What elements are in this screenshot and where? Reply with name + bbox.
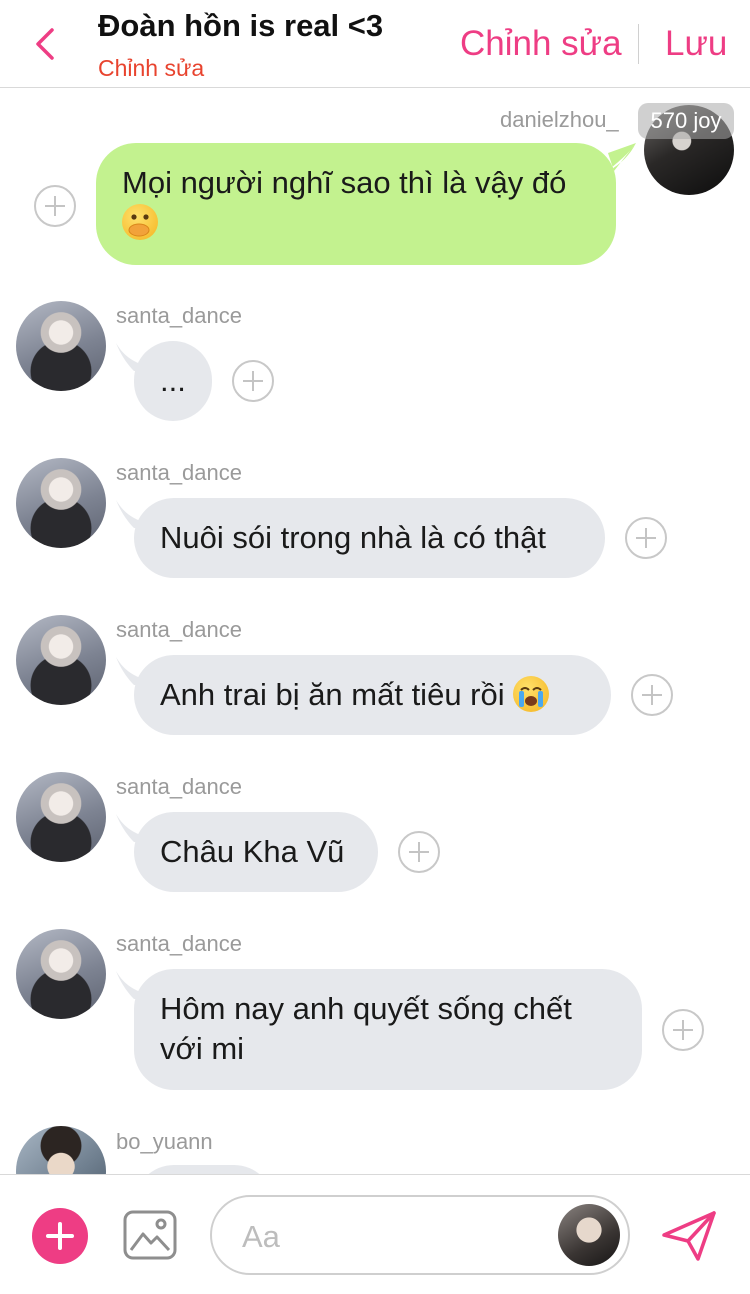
message-text: với mi xyxy=(160,1031,245,1066)
avatar[interactable] xyxy=(558,1204,620,1266)
message-list[interactable]: danielzhou_ 570 joy Mọi người nghĩ sao t… xyxy=(0,89,750,1174)
chat-title: Đoàn hồn is real <3 xyxy=(98,8,384,43)
message-bubble[interactable] xyxy=(134,1165,274,1174)
message-bubble[interactable]: Mọi người nghĩ sao thì là vậy đó xyxy=(96,143,616,265)
avatar[interactable] xyxy=(16,615,106,705)
message-username: santa_dance xyxy=(116,774,242,799)
message-text: Nuôi sói trong nhà là có thật xyxy=(160,520,547,555)
header-divider xyxy=(638,24,639,64)
chat-header: Đoàn hồn is real <3 Chỉnh sửa Chỉnh sửa … xyxy=(0,0,750,88)
add-reaction-icon[interactable] xyxy=(631,674,673,716)
message-username: santa_dance xyxy=(116,617,242,642)
avatar[interactable] xyxy=(16,772,106,862)
message-text: Hôm nay anh quyết sống chết xyxy=(160,991,572,1026)
message-bubble[interactable]: ... xyxy=(134,341,212,421)
message-text: ... xyxy=(160,363,186,398)
avatar[interactable] xyxy=(16,301,106,391)
message-bubble[interactable]: Nuôi sói trong nhà là có thật xyxy=(134,498,605,578)
message-username: bo_yuann xyxy=(116,1129,213,1154)
add-reaction-icon[interactable] xyxy=(34,185,76,227)
message-text: Anh trai bị ăn mất tiêu rồi xyxy=(160,677,505,712)
add-attachment-button[interactable] xyxy=(32,1208,88,1264)
message-text: Châu Kha Vũ xyxy=(160,834,345,869)
edit-button[interactable]: Chỉnh sửa xyxy=(460,24,622,64)
message-username: santa_dance xyxy=(116,460,242,485)
message-bubble[interactable]: Châu Kha Vũ xyxy=(134,812,378,892)
message-bubble[interactable]: Hôm nay anh quyết sống chết với mi xyxy=(134,969,642,1090)
avatar[interactable] xyxy=(16,1126,106,1174)
reaction-badge: 570 joy xyxy=(638,103,734,139)
message-input-placeholder: Aa xyxy=(242,1219,280,1254)
add-reaction-icon[interactable] xyxy=(398,831,440,873)
save-button[interactable]: Lưu xyxy=(665,24,727,64)
avatar[interactable] xyxy=(16,458,106,548)
add-reaction-icon[interactable] xyxy=(625,517,667,559)
image-gallery-icon[interactable] xyxy=(123,1210,177,1260)
composer-bar: Aa xyxy=(0,1174,750,1294)
send-icon[interactable] xyxy=(660,1209,718,1263)
loudly-crying-face-icon xyxy=(513,676,550,712)
message-bubble[interactable]: Anh trai bị ăn mất tiêu rồi xyxy=(134,655,611,735)
add-reaction-icon[interactable] xyxy=(662,1009,704,1051)
message-username: santa_dance xyxy=(116,931,242,956)
back-chevron-icon[interactable] xyxy=(28,22,62,66)
message-text: Mọi người nghĩ sao thì là vậy đó xyxy=(122,165,567,200)
message-username: santa_dance xyxy=(116,303,242,328)
avatar[interactable] xyxy=(16,929,106,1019)
add-reaction-icon[interactable] xyxy=(232,360,274,402)
chat-subtitle[interactable]: Chỉnh sửa xyxy=(98,55,204,82)
face-with-hand-over-mouth-icon xyxy=(122,204,158,240)
message-username: danielzhou_ xyxy=(500,107,619,132)
message-input[interactable]: Aa xyxy=(210,1195,630,1275)
